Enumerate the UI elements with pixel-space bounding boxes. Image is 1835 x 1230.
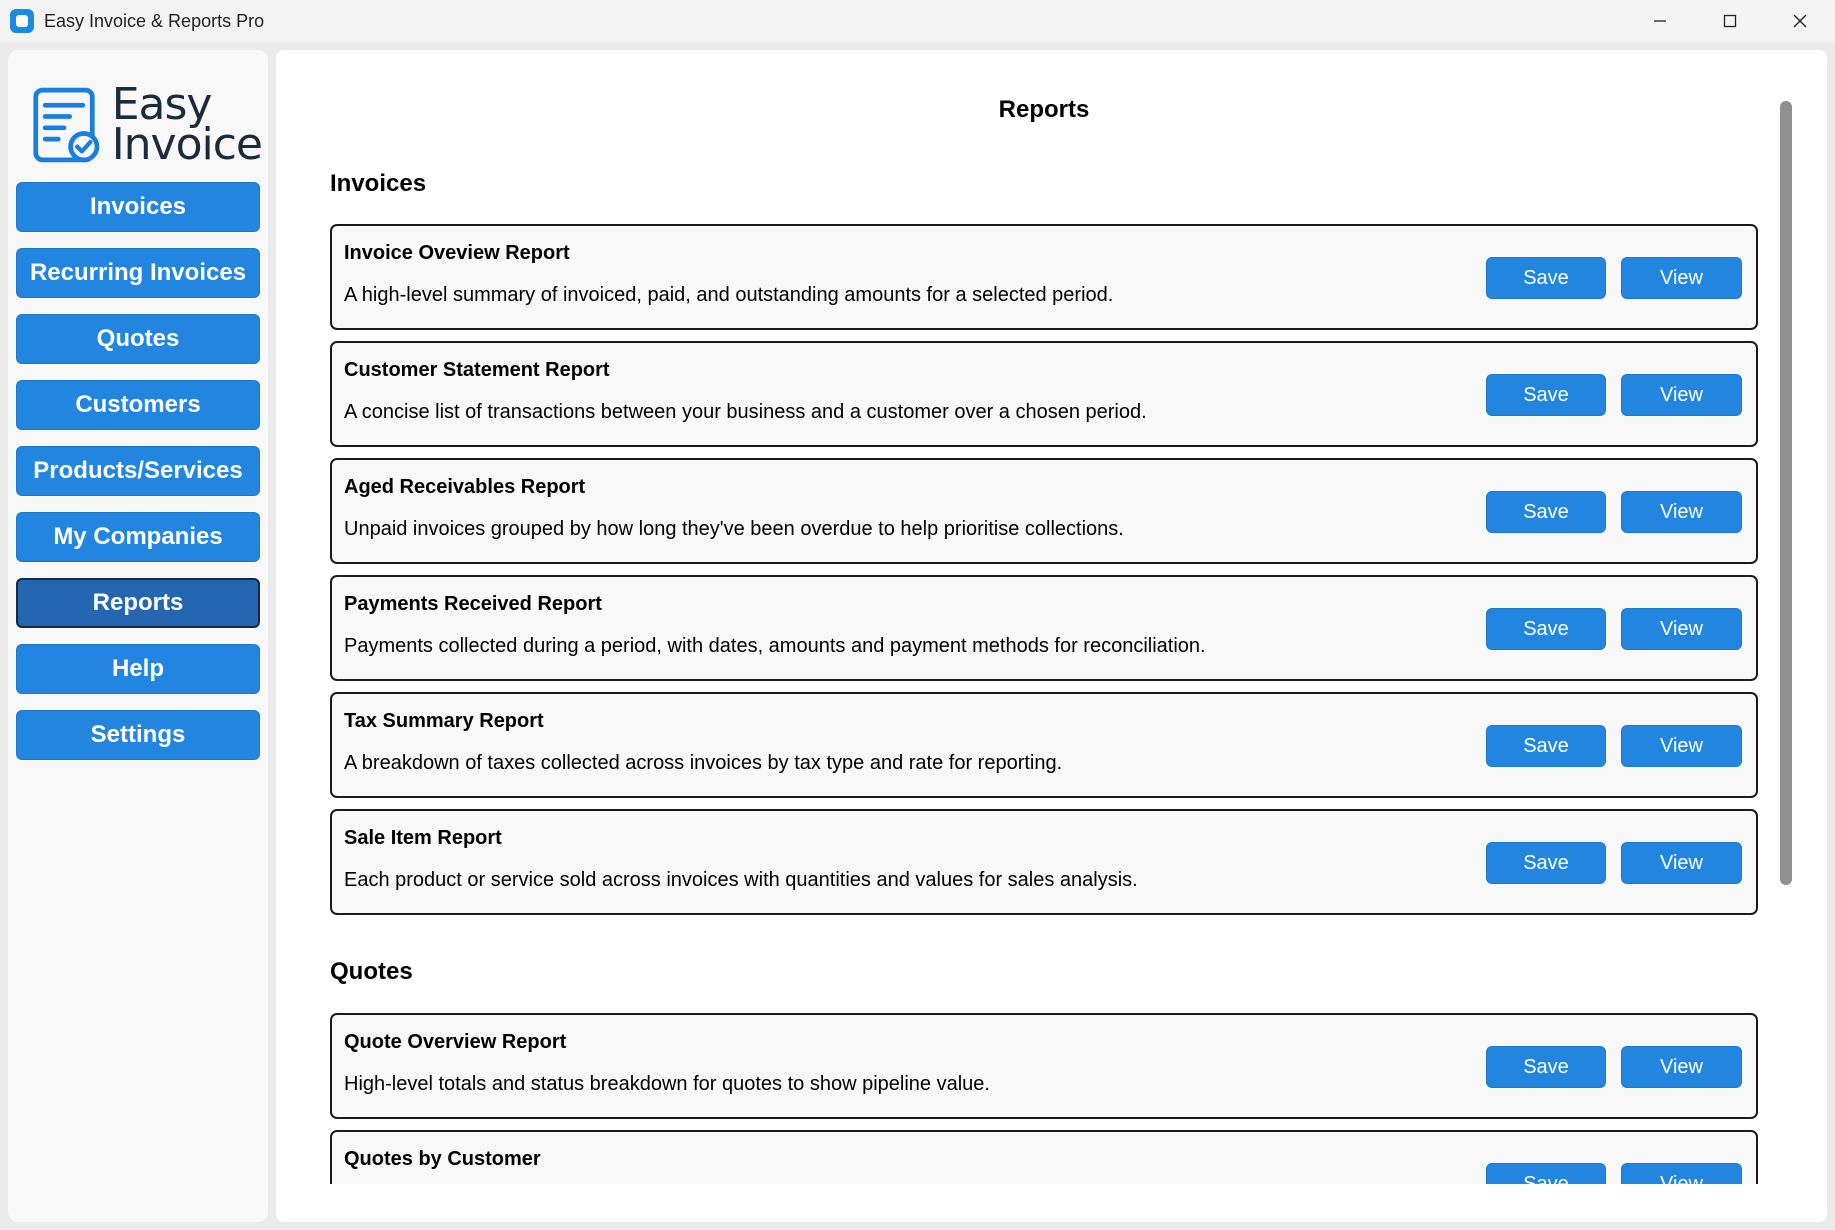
invoice-document-icon xyxy=(33,87,100,163)
main-panel: Reports Invoices Invoice Oveview Report … xyxy=(276,50,1827,1222)
report-title: Invoice Oveview Report xyxy=(344,242,570,264)
report-title: Quote Overview Report xyxy=(344,1031,567,1053)
report-description: Each product or service sold across invo… xyxy=(344,869,1138,891)
report-title: Customer Statement Report xyxy=(344,359,610,381)
report-description: High-level totals and status breakdown f… xyxy=(344,1073,990,1095)
nav-reports-button[interactable]: Reports xyxy=(16,578,260,628)
save-button[interactable]: Save xyxy=(1486,374,1606,416)
section-title-invoices: Invoices xyxy=(330,170,427,197)
report-card: Customer Statement Report A concise list… xyxy=(330,341,1758,447)
report-card: Payments Received Report Payments collec… xyxy=(330,575,1758,681)
section-title-quotes: Quotes xyxy=(330,958,413,985)
report-description: A high-level summary of invoiced, paid, … xyxy=(344,284,1114,306)
save-button[interactable]: Save xyxy=(1486,1163,1606,1184)
report-card: Invoice Oveview Report A high-level summ… xyxy=(330,224,1758,330)
logo-line-2: Invoice xyxy=(111,119,263,170)
reports-scroll-area[interactable]: Reports Invoices Invoice Oveview Report … xyxy=(276,50,1827,1184)
app-icon xyxy=(10,9,34,33)
report-description: Unpaid invoices grouped by how long they… xyxy=(344,518,1124,540)
report-card: Aged Receivables Report Unpaid invoices … xyxy=(330,458,1758,564)
close-icon[interactable] xyxy=(1765,0,1835,42)
vertical-scrollbar[interactable] xyxy=(1780,101,1792,885)
view-button[interactable]: View xyxy=(1621,725,1742,767)
report-card: Sale Item Report Each product or service… xyxy=(330,809,1758,915)
report-title: Payments Received Report xyxy=(344,593,602,615)
title-bar: Easy Invoice & Reports Pro xyxy=(0,0,1835,42)
view-button[interactable]: View xyxy=(1621,491,1742,533)
view-button[interactable]: View xyxy=(1621,608,1742,650)
view-button[interactable]: View xyxy=(1621,257,1742,299)
report-card: Tax Summary Report A breakdown of taxes … xyxy=(330,692,1758,798)
nav-recurring-invoices-button[interactable]: Recurring Invoices xyxy=(16,248,260,298)
nav-quotes-button[interactable]: Quotes xyxy=(16,314,260,364)
report-card: Quotes by Customer Save View xyxy=(330,1130,1758,1184)
window-title: Easy Invoice & Reports Pro xyxy=(44,10,265,31)
page-title: Reports xyxy=(998,96,1090,123)
nav-invoices-button[interactable]: Invoices xyxy=(16,182,260,232)
window-controls xyxy=(1625,0,1835,42)
sidebar: Easy Invoice Invoices Recurring Invoices… xyxy=(8,50,268,1222)
nav-products-services-button[interactable]: Products/Services xyxy=(16,446,260,496)
view-button[interactable]: View xyxy=(1621,374,1742,416)
save-button[interactable]: Save xyxy=(1486,725,1606,767)
nav-settings-button[interactable]: Settings xyxy=(16,710,260,760)
nav-customers-button[interactable]: Customers xyxy=(16,380,260,430)
report-description: A concise list of transactions between y… xyxy=(344,401,1147,423)
report-title: Quotes by Customer xyxy=(344,1148,541,1170)
view-button[interactable]: View xyxy=(1621,842,1742,884)
report-description: A breakdown of taxes collected across in… xyxy=(344,752,1063,774)
nav-my-companies-button[interactable]: My Companies xyxy=(16,512,260,562)
save-button[interactable]: Save xyxy=(1486,1046,1606,1088)
save-button[interactable]: Save xyxy=(1486,842,1606,884)
report-card: Quote Overview Report High-level totals … xyxy=(330,1013,1758,1119)
report-title: Tax Summary Report xyxy=(344,710,544,732)
report-title: Sale Item Report xyxy=(344,827,502,849)
view-button[interactable]: View xyxy=(1621,1163,1742,1184)
report-description: Payments collected during a period, with… xyxy=(344,635,1206,657)
minimize-icon[interactable] xyxy=(1625,0,1695,42)
save-button[interactable]: Save xyxy=(1486,491,1606,533)
save-button[interactable]: Save xyxy=(1486,608,1606,650)
save-button[interactable]: Save xyxy=(1486,257,1606,299)
maximize-icon[interactable] xyxy=(1695,0,1765,42)
nav-help-button[interactable]: Help xyxy=(16,644,260,694)
report-title: Aged Receivables Report xyxy=(344,476,586,498)
view-button[interactable]: View xyxy=(1621,1046,1742,1088)
logo: Easy Invoice xyxy=(32,70,263,180)
logo-text: Easy Invoice xyxy=(111,83,263,170)
